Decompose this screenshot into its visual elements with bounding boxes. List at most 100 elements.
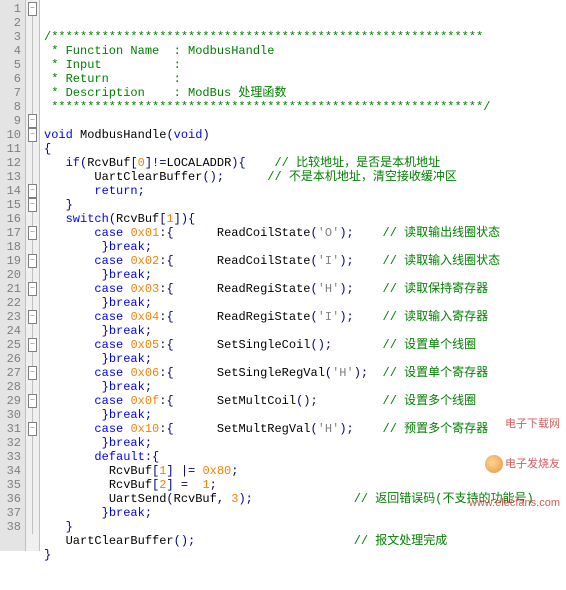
- line-number: 23: [2, 310, 21, 324]
- code-line[interactable]: ****************************************…: [44, 100, 566, 114]
- code-line[interactable]: case 0x06:{ SetSingleRegVal('H'); // 设置单…: [44, 366, 566, 380]
- line-number: 17: [2, 226, 21, 240]
- code-line[interactable]: }break;: [44, 296, 566, 310]
- fold-guide: [32, 436, 33, 450]
- code-line[interactable]: UartSend(RcvBuf, 3); // 返回错误码(不支持的功能号): [44, 492, 566, 506]
- line-number: 8: [2, 100, 21, 114]
- code-line[interactable]: case 0x0f:{ SetMultCoil(); // 设置多个线圈: [44, 394, 566, 408]
- code-line[interactable]: }break;: [44, 380, 566, 394]
- line-number: 33: [2, 450, 21, 464]
- line-number: 36: [2, 492, 21, 506]
- code-line[interactable]: }: [44, 198, 566, 212]
- code-line[interactable]: }break;: [44, 408, 566, 422]
- code-line[interactable]: * Return :: [44, 72, 566, 86]
- fold-guide: [32, 478, 33, 492]
- code-line[interactable]: void ModbusHandle(void): [44, 128, 566, 142]
- code-editor[interactable]: 1234567891011121314151617181920212223242…: [0, 0, 566, 551]
- line-number: 1: [2, 2, 21, 16]
- code-line[interactable]: * Input :: [44, 58, 566, 72]
- fold-guide: [32, 44, 33, 58]
- fold-toggle-icon[interactable]: −: [28, 310, 37, 324]
- code-line[interactable]: switch(RcvBuf[1]){: [44, 212, 566, 226]
- code-line[interactable]: case 0x10:{ SetMultRegVal('H'); // 预置多个寄…: [44, 422, 566, 436]
- line-number: 34: [2, 464, 21, 478]
- line-number: 28: [2, 380, 21, 394]
- line-number: 26: [2, 352, 21, 366]
- fold-guide: [32, 86, 33, 100]
- line-number: 19: [2, 254, 21, 268]
- line-number: 14: [2, 184, 21, 198]
- line-number: 35: [2, 478, 21, 492]
- fold-guide: [32, 380, 33, 394]
- fold-toggle-icon[interactable]: −: [28, 184, 37, 198]
- code-line[interactable]: case 0x04:{ ReadRegiState('I'); // 读取输入寄…: [44, 310, 566, 324]
- code-line[interactable]: }break;: [44, 240, 566, 254]
- line-number: 27: [2, 366, 21, 380]
- fold-toggle-icon[interactable]: −: [28, 114, 37, 128]
- code-line[interactable]: default:{: [44, 450, 566, 464]
- fold-toggle-icon[interactable]: −: [28, 254, 37, 268]
- line-number-gutter: 1234567891011121314151617181920212223242…: [0, 0, 26, 551]
- line-number: 25: [2, 338, 21, 352]
- fold-toggle-icon[interactable]: −: [28, 422, 37, 436]
- fold-guide: [32, 100, 33, 114]
- code-line[interactable]: {: [44, 142, 566, 156]
- fold-toggle-icon[interactable]: −: [28, 2, 37, 16]
- fold-guide: [32, 520, 33, 534]
- fold-guide: [32, 240, 33, 254]
- fold-toggle-icon[interactable]: −: [28, 394, 37, 408]
- code-line[interactable]: }break;: [44, 352, 566, 366]
- fold-guide: [32, 296, 33, 310]
- code-line[interactable]: /***************************************…: [44, 30, 566, 44]
- code-line[interactable]: case 0x02:{ ReadCoilState('I'); // 读取输入线…: [44, 254, 566, 268]
- line-number: 37: [2, 506, 21, 520]
- code-line[interactable]: * Description : ModBus 处理函数: [44, 86, 566, 100]
- fold-toggle-icon[interactable]: −: [28, 338, 37, 352]
- code-line[interactable]: }break;: [44, 324, 566, 338]
- line-number: 5: [2, 58, 21, 72]
- code-line[interactable]: }: [44, 520, 566, 534]
- code-line[interactable]: return;: [44, 184, 566, 198]
- fold-column[interactable]: −−−−−−−−−−−−−: [26, 0, 40, 551]
- code-line[interactable]: }break;: [44, 436, 566, 450]
- fold-toggle-icon[interactable]: −: [28, 282, 37, 296]
- line-number: 16: [2, 212, 21, 226]
- code-line[interactable]: }: [44, 548, 566, 562]
- fold-toggle-icon[interactable]: −: [28, 198, 37, 212]
- fold-toggle-icon[interactable]: −: [28, 128, 37, 142]
- fold-guide: [32, 464, 33, 478]
- line-number: 24: [2, 324, 21, 338]
- code-line[interactable]: [44, 114, 566, 128]
- fold-guide: [32, 212, 33, 226]
- fold-guide: [32, 30, 33, 44]
- fold-guide: [32, 142, 33, 156]
- code-line[interactable]: }break;: [44, 506, 566, 520]
- code-line[interactable]: case 0x01:{ ReadCoilState('O'); // 读取输出线…: [44, 226, 566, 240]
- line-number: 21: [2, 282, 21, 296]
- line-number: 4: [2, 44, 21, 58]
- fold-toggle-icon[interactable]: −: [28, 226, 37, 240]
- code-line[interactable]: * Function Name : ModbusHandle: [44, 44, 566, 58]
- code-line[interactable]: if(RcvBuf[0]!=LOCALADDR){ // 比较地址，是否是本机地…: [44, 156, 566, 170]
- fold-guide: [32, 156, 33, 170]
- code-line[interactable]: UartClearBuffer(); // 报文处理完成: [44, 534, 566, 548]
- code-line[interactable]: case 0x03:{ ReadRegiState('H'); // 读取保持寄…: [44, 282, 566, 296]
- line-number: 9: [2, 114, 21, 128]
- code-line[interactable]: }break;: [44, 268, 566, 282]
- code-line[interactable]: RcvBuf[2] = 1;: [44, 478, 566, 492]
- code-line[interactable]: UartClearBuffer(); // 不是本机地址，清空接收缓冲区: [44, 170, 566, 184]
- fold-toggle-icon[interactable]: −: [28, 366, 37, 380]
- line-number: 10: [2, 128, 21, 142]
- code-line[interactable]: case 0x05:{ SetSingleCoil(); // 设置单个线圈: [44, 338, 566, 352]
- line-number: 29: [2, 394, 21, 408]
- line-number: 11: [2, 142, 21, 156]
- code-line[interactable]: RcvBuf[1] |= 0x80;: [44, 464, 566, 478]
- line-number: 18: [2, 240, 21, 254]
- line-number: 38: [2, 520, 21, 534]
- line-number: 15: [2, 198, 21, 212]
- line-number: 20: [2, 268, 21, 282]
- fold-guide: [32, 268, 33, 282]
- code-area[interactable]: /***************************************…: [40, 0, 566, 551]
- line-number: 31: [2, 422, 21, 436]
- line-number: 32: [2, 436, 21, 450]
